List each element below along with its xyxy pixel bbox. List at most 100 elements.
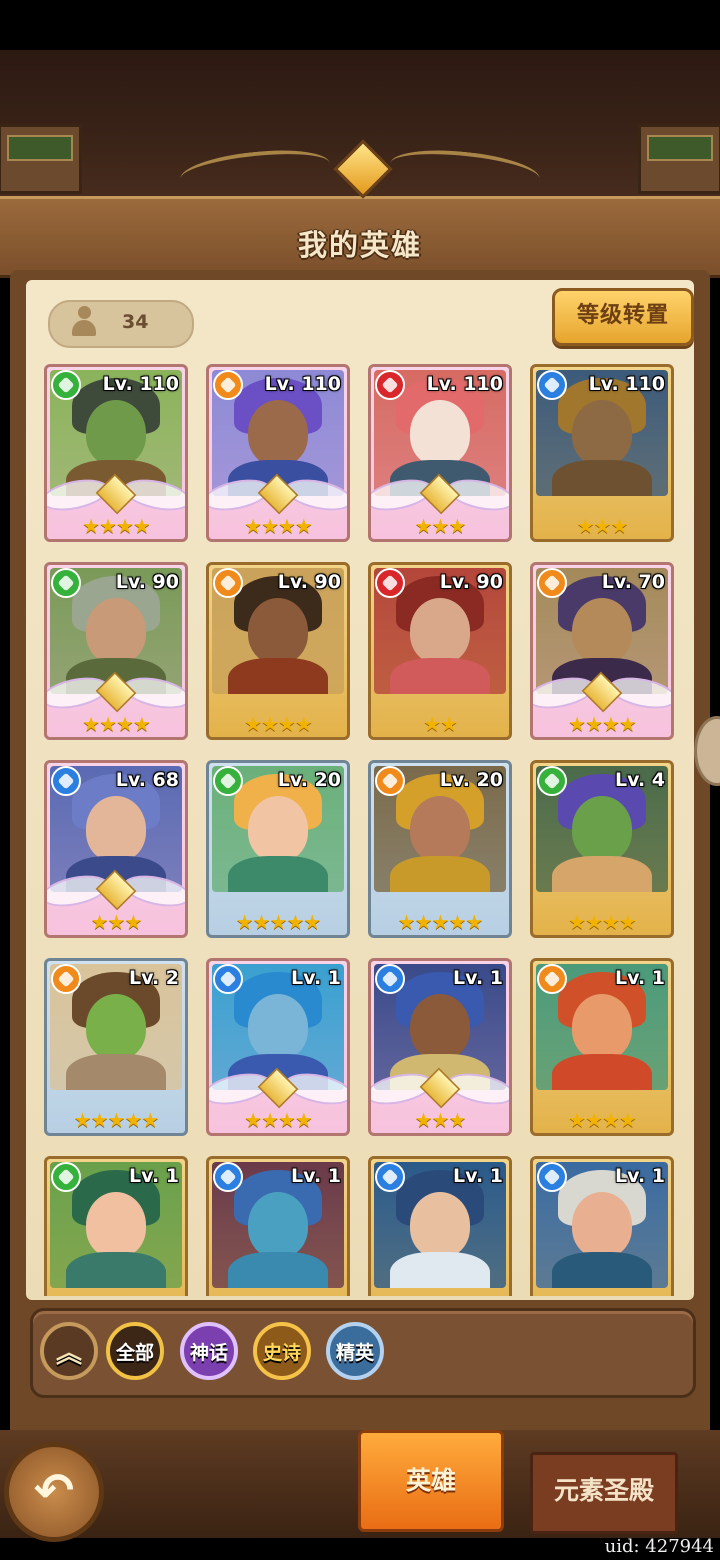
wind-element-icon [537,766,567,796]
hero-stars: ★★★★ [568,712,637,736]
hero-level: Lv. 2 [129,967,179,989]
hero-card[interactable]: Lv. 1 [206,1156,350,1296]
hero-card[interactable]: Lv. 110 ★★★★ [206,364,350,542]
hero-stars: ★★★★★ [397,910,484,934]
mythic-wings-emblem [209,473,347,516]
fire-element-icon [51,964,81,994]
hero-stars: ★★★★ [82,712,151,736]
hero-card[interactable]: Lv. 1 ★★★★ [530,958,674,1136]
fire-element-icon [537,568,567,598]
mythic-wings-emblem [47,473,185,516]
mythic-wings-emblem [209,1067,347,1110]
wind-element-icon [51,1162,81,1192]
hero-level: Lv. 20 [439,769,503,791]
hero-level: Lv. 110 [426,373,503,395]
mythic-wings-emblem [371,1067,509,1110]
hero-level: Lv. 1 [615,967,665,989]
fire-element-icon [213,568,243,598]
hero-stars: ★★★★★ [73,1108,160,1132]
hero-stars: ★★★★ [244,1108,313,1132]
hero-stars: ★★★ [90,910,143,934]
hero-card[interactable]: Lv. 90 ★★ [368,562,512,740]
fire-element-icon [213,370,243,400]
wind-element-icon [213,766,243,796]
hero-stars: ★★ [423,712,458,736]
hero-level: Lv. 90 [115,571,179,593]
hero-level: Lv. 110 [102,373,179,395]
hero-card[interactable]: Lv. 70 ★★★★ [530,562,674,740]
hero-level: Lv. 90 [277,571,341,593]
hero-card[interactable]: Lv. 1 ★★★ [368,958,512,1136]
hero-stars: ★★★★ [244,712,313,736]
tab-element-temple[interactable]: 元素圣殿 [530,1452,678,1534]
hero-level: Lv. 1 [615,1165,665,1187]
fire-element-icon [375,766,405,796]
water-element-icon [213,1162,243,1192]
hero-level: Lv. 68 [115,769,179,791]
blood-element-icon [375,568,405,598]
right-beam-decoration [638,124,720,194]
water-element-icon [375,964,405,994]
hero-card[interactable]: Lv. 1 [44,1156,188,1296]
hero-level: Lv. 1 [291,967,341,989]
wind-element-icon [51,370,81,400]
hero-level: Lv. 1 [453,967,503,989]
blood-element-icon [375,370,405,400]
back-arrow-icon[interactable]: ↶ [4,1442,104,1542]
hero-stars: ★★★★★ [235,910,322,934]
hero-level: Lv. 1 [453,1165,503,1187]
hero-card[interactable]: Lv. 90 ★★★★ [206,562,350,740]
water-element-icon [51,766,81,796]
user-id: uid: 427944 [604,1536,714,1557]
mythic-wings-emblem [371,473,509,516]
hero-card[interactable]: Lv. 90 ★★★★ [44,562,188,740]
hero-stars: ★★★ [414,514,467,538]
water-element-icon [537,370,567,400]
hero-card[interactable]: Lv. 4 ★★★★ [530,760,674,938]
hero-level: Lv. 1 [129,1165,179,1187]
chevrons-up-icon[interactable]: ︽ [40,1322,98,1380]
hero-card[interactable]: Lv. 1 [530,1156,674,1296]
left-beam-decoration [0,124,82,194]
hero-level: Lv. 20 [277,769,341,791]
hero-stars: ★★★★ [82,514,151,538]
hero-stars: ★★★★ [244,514,313,538]
hero-card[interactable]: Lv. 1 [368,1156,512,1296]
hero-stars: ★★★★ [568,910,637,934]
hero-card[interactable]: Lv. 110 ★★★ [368,364,512,542]
crest-ornament [178,138,542,208]
hero-level: Lv. 1 [291,1165,341,1187]
hero-card[interactable]: Lv. 20 ★★★★★ [368,760,512,938]
hero-card[interactable]: Lv. 110 ★★★★ [44,364,188,542]
hero-list-screen: { "header": { "title": "我的英雄" }, "toolba… [0,0,720,1560]
hero-card[interactable]: Lv. 68 ★★★ [44,760,188,938]
water-element-icon [375,1162,405,1192]
hero-count: 34 [122,311,149,333]
mythic-wings-emblem [47,869,185,912]
hero-stars: ★★★★ [568,1108,637,1132]
hero-stars: ★★★ [414,1108,467,1132]
person-icon [70,306,98,336]
hero-card[interactable]: Lv. 1 ★★★★ [206,958,350,1136]
filter-all-button[interactable]: 全部 [106,1322,164,1380]
filter-elite-button[interactable]: 精英 [326,1322,384,1380]
mythic-wings-emblem [533,671,671,714]
filter-mythic-button[interactable]: 神话 [180,1322,238,1380]
hero-level: Lv. 110 [264,373,341,395]
hero-card[interactable]: Lv. 110 ★★★ [530,364,674,542]
hero-level: Lv. 70 [601,571,665,593]
hero-level: Lv. 90 [439,571,503,593]
water-element-icon [213,964,243,994]
hero-card[interactable]: Lv. 20 ★★★★★ [206,760,350,938]
hero-grid: Lv. 110 ★★★★ Lv. 110 ★★★★ Lv. 110 ★★★ Lv. 110 ★… [44,364,684,1296]
page-title: 我的英雄 [297,228,422,262]
hero-level: Lv. 4 [615,769,665,791]
water-element-icon [537,1162,567,1192]
mythic-wings-emblem [47,671,185,714]
hero-stars: ★★★ [576,514,629,538]
tab-heroes[interactable]: 英雄 [358,1430,504,1532]
level-transfer-button[interactable]: 等级转置 [552,288,694,346]
fire-element-icon [537,964,567,994]
hero-card[interactable]: Lv. 2 ★★★★★ [44,958,188,1136]
filter-epic-button[interactable]: 史诗 [253,1322,311,1380]
